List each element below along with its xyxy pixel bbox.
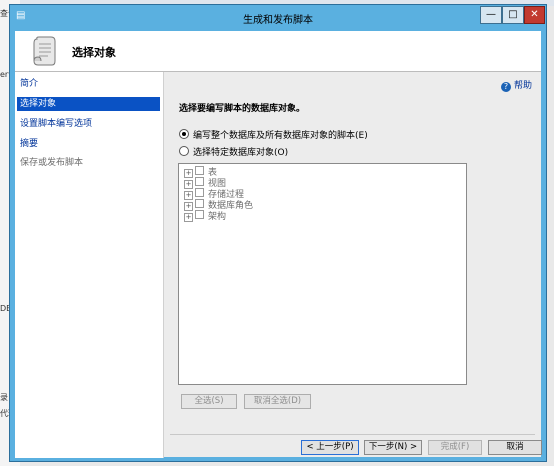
help-link[interactable]: ? 帮助 [501, 78, 532, 92]
close-button[interactable]: ✕ [524, 6, 545, 24]
title-bar[interactable]: ▤ 生成和发布脚本 — □ ✕ [10, 5, 546, 29]
finish-button[interactable]: 完成(F) [428, 440, 482, 455]
next-button[interactable]: 下一步(N) > [364, 440, 422, 455]
object-tree[interactable]: + 表 + 视图 + 存储过程 + 数据库角色 + 架构 [178, 163, 467, 385]
maximize-button[interactable]: □ [502, 6, 524, 24]
checkbox[interactable] [195, 188, 204, 197]
background-text: 查询( [0, 9, 9, 18]
radio-button[interactable] [179, 146, 189, 156]
deselect-all-button[interactable]: 取消全选(D) [244, 394, 311, 409]
step-save-or-publish: 保存或发布脚本 [20, 158, 84, 168]
checkbox[interactable] [195, 166, 204, 175]
step-choose-objects[interactable]: 选择对象 [17, 97, 160, 111]
help-label: 帮助 [514, 81, 533, 91]
radio-button-selected[interactable] [179, 129, 189, 139]
tree-node-schemas[interactable]: + 架构 [184, 210, 227, 222]
tree-node-label: 架构 [208, 212, 227, 222]
window-title: 生成和发布脚本 [243, 15, 313, 26]
checkbox[interactable] [195, 177, 204, 186]
footer-divider [170, 434, 535, 435]
page-title: 选择对象 [72, 46, 116, 59]
page-header: 选择对象 [15, 31, 541, 72]
background-text: 录 [0, 393, 8, 402]
help-icon: ? [501, 82, 511, 92]
option-label: 选择特定数据库对象(O) [193, 148, 289, 158]
background-text: erv [0, 70, 9, 79]
checkbox[interactable] [195, 210, 204, 219]
background-text: 代理 [0, 409, 9, 418]
wizard-steps-sidebar: 简介 选择对象 设置脚本编写选项 摘要 保存或发布脚本 [15, 72, 164, 458]
wizard-window: ▤ 生成和发布脚本 — □ ✕ 选择对象 简介 选择对象 设置脚本编写选项 摘要… [9, 4, 547, 462]
step-introduction[interactable]: 简介 [17, 77, 160, 91]
tree-node-views[interactable]: + 视图 [184, 177, 226, 189]
step-scripting-options[interactable]: 设置脚本编写选项 [17, 117, 160, 131]
select-all-button[interactable]: 全选(S) [181, 394, 237, 409]
tree-node-tables[interactable]: + 表 [184, 166, 217, 178]
cancel-button[interactable]: 取消 [488, 440, 542, 455]
script-scroll-icon [33, 36, 56, 66]
option-entire-database[interactable]: 编写整个数据库及所有数据库对象的脚本(E) [179, 128, 368, 141]
checkbox[interactable] [195, 199, 204, 208]
instruction-heading: 选择要编写脚本的数据库对象。 [179, 104, 306, 114]
previous-button[interactable]: < 上一步(P) [301, 440, 359, 455]
wizard-client-area: 选择对象 简介 选择对象 设置脚本编写选项 摘要 保存或发布脚本 ? 帮助 选择要… [15, 31, 542, 458]
tree-node-stored-procedures[interactable]: + 存储过程 [184, 188, 244, 200]
option-specific-objects[interactable]: 选择特定数据库对象(O) [179, 145, 288, 158]
minimize-button[interactable]: — [480, 6, 502, 24]
step-summary[interactable]: 摘要 [17, 137, 160, 151]
background-text: DB [0, 304, 9, 313]
tree-node-database-roles[interactable]: + 数据库角色 [184, 199, 253, 211]
option-label: 编写整个数据库及所有数据库对象的脚本(E) [193, 131, 368, 141]
expand-icon[interactable]: + [184, 213, 193, 222]
